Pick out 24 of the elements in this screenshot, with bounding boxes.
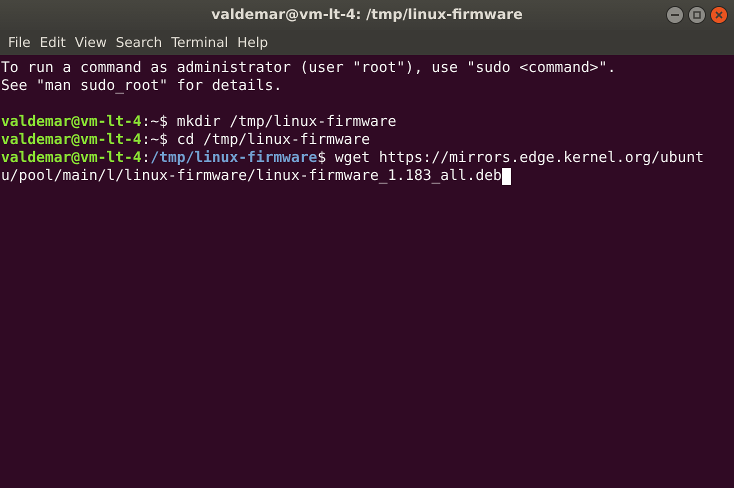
minimize-icon bbox=[671, 14, 679, 16]
prompt-user: valdemar@vm-lt-4 bbox=[1, 149, 142, 167]
prompt-user: valdemar@vm-lt-4 bbox=[1, 131, 142, 149]
prompt-user: valdemar@vm-lt-4 bbox=[1, 113, 142, 131]
menu-item[interactable]: File bbox=[4, 34, 35, 50]
close-button[interactable] bbox=[710, 6, 728, 24]
menu-item[interactable]: Edit bbox=[36, 34, 70, 50]
menu-item[interactable]: Terminal bbox=[167, 34, 232, 50]
terminal-text: u/pool/main/l/linux-firmware/linux-firmware_1.183_all.deb bbox=[1, 167, 502, 185]
maximize-button[interactable] bbox=[688, 6, 706, 24]
terminal-text: See "man sudo_root" for details. bbox=[1, 77, 282, 95]
terminal-text: To run a command as administrator (user "root"), use "sudo <command>". bbox=[1, 59, 616, 77]
terminal-text: :~$ cd /tmp/linux-firmware bbox=[142, 131, 370, 149]
minimize-button[interactable] bbox=[666, 6, 684, 24]
menu-item[interactable]: Help bbox=[233, 34, 272, 50]
maximize-icon bbox=[693, 11, 701, 19]
menu-item[interactable]: View bbox=[70, 34, 111, 50]
prompt-path: /tmp/linux-firmware bbox=[150, 149, 318, 167]
terminal-text: $ wget https://mirrors.edge.kernel.org/ubunt bbox=[317, 149, 704, 167]
close-icon bbox=[715, 11, 723, 19]
terminal-text: : bbox=[142, 149, 150, 167]
menu-item[interactable]: Search bbox=[112, 34, 166, 50]
terminal-text: :~$ mkdir /tmp/linux-firmware bbox=[142, 113, 396, 131]
window-title: valdemar@vm-lt-4: /tmp/linux-firmware bbox=[211, 7, 523, 23]
